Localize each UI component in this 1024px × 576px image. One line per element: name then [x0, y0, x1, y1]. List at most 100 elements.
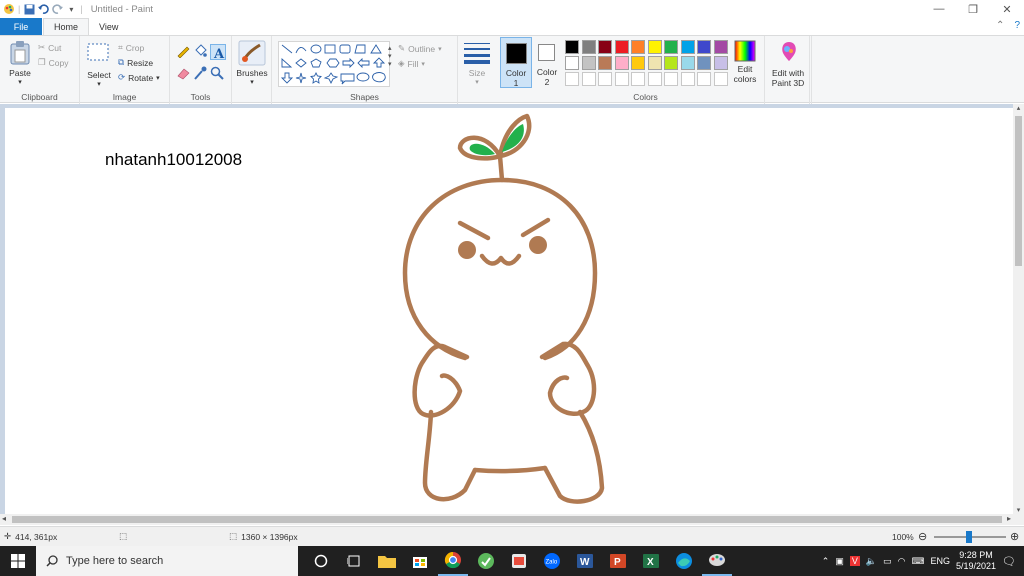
keyboard-icon[interactable]: ⌨: [911, 556, 924, 567]
color-swatch[interactable]: [697, 40, 711, 54]
zalo-icon[interactable]: Zalo: [537, 546, 567, 576]
color2-button[interactable]: Color 2: [533, 37, 561, 88]
color-swatch[interactable]: [713, 72, 728, 86]
scroll-right-icon[interactable]: ▸: [1007, 514, 1011, 523]
paste-dropdown-icon[interactable]: ▾: [6, 78, 34, 88]
restore-button[interactable]: ❐: [956, 0, 990, 18]
color-picker-icon[interactable]: [193, 66, 207, 80]
color-swatch[interactable]: [697, 56, 711, 70]
color-swatch[interactable]: [713, 40, 728, 54]
color-swatch[interactable]: [713, 56, 728, 70]
fill-bucket-icon[interactable]: [193, 44, 207, 58]
chrome-icon[interactable]: [438, 546, 468, 576]
vivaldi-tray-icon[interactable]: V: [849, 556, 860, 566]
rotate-button[interactable]: ⟳ Rotate ▾: [118, 70, 160, 85]
redo-icon[interactable]: [50, 2, 64, 16]
notifications-icon[interactable]: 🗨: [1002, 555, 1016, 568]
task-view-icon[interactable]: [339, 546, 369, 576]
vertical-scrollbar[interactable]: ▴ ▾: [1013, 104, 1024, 514]
tab-file[interactable]: File: [0, 18, 42, 35]
help-icon[interactable]: ?: [1014, 20, 1020, 31]
crop-button[interactable]: ⌗ Crop: [118, 40, 160, 55]
horizontal-scrollbar[interactable]: ◂ ▸: [0, 514, 1013, 525]
select-dropdown-icon[interactable]: ▾: [86, 80, 112, 90]
wifi-icon[interactable]: ◠: [898, 556, 906, 567]
color-swatch[interactable]: [647, 40, 662, 54]
volume-icon[interactable]: 🔈: [866, 556, 877, 567]
color-swatch[interactable]: [581, 40, 596, 54]
paint-taskbar-icon[interactable]: [702, 546, 732, 576]
cortana-icon[interactable]: [306, 546, 336, 576]
store-icon[interactable]: [405, 546, 435, 576]
brushes-dropdown-icon[interactable]: ▾: [236, 78, 268, 88]
color-swatch[interactable]: [631, 40, 645, 54]
green-app-icon[interactable]: [471, 546, 501, 576]
select-button[interactable]: Select ▾: [86, 42, 112, 90]
color-swatch[interactable]: [565, 56, 579, 70]
battery-icon[interactable]: ▭: [883, 556, 892, 567]
resize-button[interactable]: ⧉ Resize: [118, 55, 160, 70]
eraser-icon[interactable]: [176, 66, 190, 80]
tray-app-icon[interactable]: ▣: [835, 556, 844, 567]
close-button[interactable]: ✕: [990, 0, 1024, 18]
powerpoint-icon[interactable]: P: [603, 546, 633, 576]
zoom-in-icon[interactable]: ⊕: [1010, 530, 1019, 543]
word-icon[interactable]: W: [570, 546, 600, 576]
zoom-slider-thumb[interactable]: [966, 531, 972, 543]
zoom-slider[interactable]: [934, 531, 1006, 543]
language-indicator[interactable]: ENG: [930, 556, 950, 566]
scroll-left-icon[interactable]: ◂: [2, 514, 6, 523]
shapes-scroll-icon[interactable]: ▴ ▾ ▾: [388, 44, 392, 68]
tab-view[interactable]: View: [89, 18, 128, 35]
color-swatch[interactable]: [598, 40, 612, 54]
customize-qa-icon[interactable]: ▾: [64, 2, 78, 16]
color-swatch[interactable]: [664, 40, 678, 54]
color-swatch[interactable]: [680, 56, 695, 70]
size-button[interactable]: Size ▾: [458, 36, 496, 104]
color-swatch[interactable]: [680, 72, 695, 86]
snip-icon[interactable]: [504, 546, 534, 576]
save-icon[interactable]: [22, 2, 36, 16]
cut-button[interactable]: ✂ Cut: [38, 40, 68, 55]
color-swatch[interactable]: [598, 56, 612, 70]
color-swatch[interactable]: [565, 72, 579, 86]
color-swatch[interactable]: [647, 72, 662, 86]
clock[interactable]: 9:28 PM 5/19/2021: [956, 550, 996, 572]
color-swatch[interactable]: [614, 40, 629, 54]
text-tool-icon[interactable]: A: [210, 44, 226, 60]
copy-button[interactable]: ❐ Copy: [38, 55, 68, 70]
edge-icon[interactable]: [669, 546, 699, 576]
color-swatch[interactable]: [565, 40, 579, 54]
color-swatch[interactable]: [614, 72, 629, 86]
color-swatch[interactable]: [664, 56, 678, 70]
color1-button[interactable]: Color 1: [500, 37, 532, 88]
show-hidden-icons[interactable]: ⌃: [822, 556, 830, 567]
scroll-up-icon[interactable]: ▴: [1013, 104, 1024, 112]
color-swatch[interactable]: [614, 56, 629, 70]
file-explorer-icon[interactable]: [372, 546, 402, 576]
outline-button[interactable]: ✎ Outline ▾: [398, 41, 442, 56]
horizontal-scroll-thumb[interactable]: [12, 516, 1002, 523]
color-swatch[interactable]: [664, 72, 678, 86]
drawing-canvas[interactable]: nhatanh10012008: [5, 108, 1013, 514]
color-swatch[interactable]: [598, 72, 612, 86]
zoom-out-icon[interactable]: ⊖: [918, 530, 927, 543]
vertical-scroll-thumb[interactable]: [1015, 116, 1022, 266]
undo-icon[interactable]: [36, 2, 50, 16]
paint-app-icon[interactable]: [2, 2, 16, 16]
color-swatch[interactable]: [631, 56, 645, 70]
color-swatch[interactable]: [581, 56, 596, 70]
shapes-gallery[interactable]: [278, 41, 390, 87]
fill-button[interactable]: ◈ Fill ▾: [398, 56, 442, 71]
color-swatch[interactable]: [631, 72, 645, 86]
color-swatch[interactable]: [697, 72, 711, 86]
tab-home[interactable]: Home: [43, 18, 90, 35]
excel-icon[interactable]: X: [636, 546, 666, 576]
pencil-icon[interactable]: [176, 44, 190, 58]
start-button[interactable]: [0, 546, 36, 576]
taskbar-search-box[interactable]: Type here to search: [36, 546, 298, 576]
collapse-ribbon-icon[interactable]: ⌃: [996, 20, 1004, 31]
edit-with-paint3d-button[interactable]: Edit with Paint 3D: [764, 36, 812, 104]
color-swatch[interactable]: [581, 72, 596, 86]
scroll-down-icon[interactable]: ▾: [1013, 506, 1024, 514]
